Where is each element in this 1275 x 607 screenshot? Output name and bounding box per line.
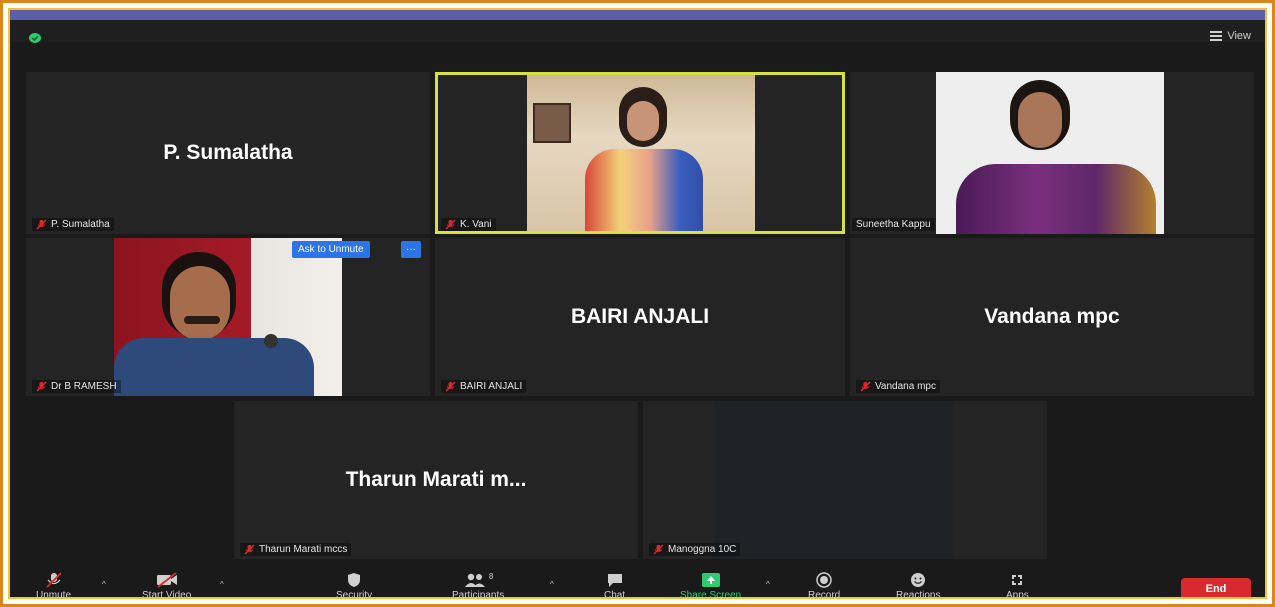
participant-label: Vandana mpc [856, 380, 940, 393]
participant-tile-manoggna[interactable]: Manoggna 10C [643, 401, 1047, 559]
participants-options-caret[interactable]: ^ [550, 580, 554, 589]
apps-label: Apps [1006, 590, 1029, 599]
share-options-caret[interactable]: ^ [766, 580, 770, 589]
participant-tile-tharun[interactable]: Tharun Marati m... Tharun Marati mccs [234, 401, 638, 559]
unmute-label: Unmute [36, 590, 72, 599]
video-options-caret[interactable]: ^ [220, 580, 224, 589]
muted-mic-icon [244, 544, 255, 555]
participant-label: BAIRI ANJALI [441, 380, 527, 393]
participants-button[interactable]: 8 Participants [452, 572, 505, 599]
record-icon [816, 572, 832, 588]
participants-count: 8 [488, 572, 494, 581]
share-screen-label: Share Screen [680, 590, 742, 599]
meeting-toolbar: Unmute ^ Start Video ^ Security 8 Partic… [10, 570, 1265, 599]
more-options-button[interactable]: ··· [401, 241, 421, 258]
video-off-icon [156, 572, 177, 588]
audio-options-caret[interactable]: ^ [102, 580, 106, 589]
participant-tile-sumalatha[interactable]: P. Sumalatha P. Sumalatha [26, 72, 430, 234]
view-label: View [1227, 30, 1251, 42]
start-video-label: Start Video [142, 590, 192, 599]
muted-mic-icon [36, 219, 47, 230]
share-screen-button[interactable]: Share Screen [680, 572, 742, 599]
participants-icon [464, 573, 485, 587]
participant-label: K. Vani [441, 218, 496, 231]
participant-name-display: P. Sumalatha [163, 141, 293, 164]
muted-mic-icon [860, 381, 871, 392]
participant-tile-suneetha[interactable]: Suneetha Kappu [850, 72, 1254, 234]
muted-mic-icon [45, 572, 62, 588]
chat-label: Chat [604, 590, 626, 599]
participant-label-text: K. Vani [460, 219, 492, 230]
participant-label-text: Vandana mpc [875, 381, 936, 392]
record-label: Record [808, 590, 841, 599]
view-button[interactable]: View [1210, 30, 1251, 42]
participants-label: Participants [452, 590, 505, 599]
zoom-window: View P. Sumalatha P. Sumalatha K. Vani S… [8, 8, 1267, 599]
participant-tile-vani[interactable]: K. Vani [435, 72, 845, 234]
participant-label: P. Sumalatha [32, 218, 114, 231]
shield-icon [348, 573, 361, 587]
security-label: Security [336, 590, 373, 599]
participant-video-vani [527, 75, 755, 231]
end-meeting-button[interactable]: End [1181, 578, 1251, 597]
muted-mic-icon [36, 381, 47, 392]
participant-name-display: Tharun Marati m... [345, 468, 527, 491]
muted-mic-icon [445, 219, 456, 230]
chat-bubble-icon [607, 574, 622, 587]
security-button[interactable]: Security [336, 572, 373, 599]
window-top-strip [10, 10, 1265, 20]
reactions-label: Reactions [896, 590, 941, 599]
muted-mic-icon [445, 381, 456, 392]
participant-video-suneetha [936, 72, 1164, 234]
unmute-button[interactable]: Unmute [36, 572, 72, 599]
muted-mic-icon [653, 544, 664, 555]
participant-video-manoggna [713, 401, 953, 559]
participant-label: Suneetha Kappu [852, 218, 935, 231]
title-bar [10, 20, 1265, 42]
participant-label-text: Tharun Marati mccs [259, 544, 348, 555]
emoji-smile-icon [911, 573, 926, 587]
ask-to-unmute-button[interactable]: Ask to Unmute [292, 241, 370, 258]
participant-label-text: Suneetha Kappu [856, 219, 931, 230]
record-button[interactable]: Record [808, 572, 841, 599]
participant-label: Tharun Marati mccs [240, 543, 352, 556]
participant-label-text: P. Sumalatha [51, 219, 110, 230]
participant-name-display: Vandana mpc [984, 305, 1120, 328]
share-screen-icon [701, 573, 720, 587]
participant-label-text: Dr B RAMESH [51, 381, 117, 392]
participant-label-text: BAIRI ANJALI [460, 381, 523, 392]
apps-button[interactable]: Apps [1006, 572, 1029, 599]
reactions-button[interactable]: Reactions [896, 572, 941, 599]
apps-icon [1012, 575, 1023, 585]
participant-tile-ramesh[interactable]: Ask to Unmute ··· Dr B RAMESH [26, 238, 430, 396]
participant-label-text: Manoggna 10C [668, 544, 737, 555]
participant-video-ramesh [114, 238, 342, 396]
participant-label: Dr B RAMESH [32, 380, 121, 393]
chat-button[interactable]: Chat [604, 572, 626, 599]
participant-tile-vandana[interactable]: Vandana mpc Vandana mpc [850, 238, 1254, 396]
participant-tile-anjali[interactable]: BAIRI ANJALI BAIRI ANJALI [435, 238, 845, 396]
grid-view-icon [1210, 31, 1223, 41]
participant-name-display: BAIRI ANJALI [570, 305, 710, 328]
encryption-shield-icon[interactable] [28, 32, 42, 44]
start-video-button[interactable]: Start Video [142, 572, 192, 599]
participant-label: Manoggna 10C [649, 543, 741, 556]
